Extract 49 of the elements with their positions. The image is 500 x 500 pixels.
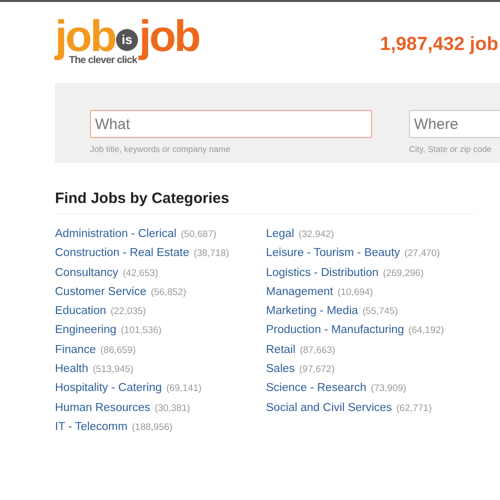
field-hint: Job title, keywords or company name	[90, 144, 232, 154]
category-link[interactable]: Marketing - Media	[266, 305, 358, 318]
job-count-label: (73,909)	[370, 383, 406, 394]
job-count-label: (69,141)	[166, 383, 202, 394]
job-count-label: (27,470)	[404, 248, 440, 260]
job-count-label: (97,672)	[299, 364, 335, 376]
job-count-label: (64,192)	[408, 325, 444, 336]
job-count-label: (50,687)	[180, 229, 216, 240]
job-count-label: (188,956)	[132, 422, 173, 433]
category-link[interactable]: Engineering	[55, 324, 116, 336]
category-link[interactable]: Customer Service	[55, 286, 146, 298]
search-field[interactable]: What	[90, 110, 372, 138]
job-count-label: (32,942)	[298, 229, 334, 240]
job-count-label: (513,945)	[92, 364, 134, 376]
category-link[interactable]: Production - Manufacturing	[266, 324, 404, 336]
section-title: Find Jobs by Categories	[55, 190, 475, 214]
category-link[interactable]: Hospitality - Catering	[55, 382, 162, 394]
job-count-label: (55,745)	[362, 306, 398, 318]
category-link[interactable]: Retail	[266, 344, 296, 356]
category-link[interactable]: Construction - Real Estate	[55, 247, 190, 260]
job-count-label: (86,659)	[100, 344, 136, 356]
field-hint: City, State or zip code	[409, 144, 493, 154]
category-link[interactable]: Consultancy	[55, 266, 118, 279]
logo-badge: is	[116, 29, 138, 51]
job-count-label: (87,663)	[300, 344, 336, 356]
job-count: 1,987,432 job	[380, 34, 498, 56]
search-field[interactable]: Where	[409, 110, 500, 138]
category-link[interactable]: Sales	[266, 363, 295, 376]
job-count-label: (22,035)	[110, 306, 146, 318]
job-count-label: (42,653)	[122, 268, 158, 279]
category-link[interactable]: IT - Telecomm	[55, 420, 128, 433]
category-link[interactable]: Management	[266, 286, 334, 298]
category-link[interactable]: Health	[55, 363, 88, 376]
category-link[interactable]: Education	[55, 305, 106, 318]
job-count-label: (101,536)	[120, 325, 162, 336]
category-link[interactable]: Leisure - Tourism - Beauty	[266, 247, 400, 260]
category-link[interactable]: Finance	[55, 344, 96, 356]
job-count-label: (38,718)	[194, 248, 230, 260]
job-count-label: (269,296)	[382, 268, 424, 279]
category-link[interactable]: Administration - Clerical	[55, 228, 176, 240]
job-count-label: (30,381)	[154, 402, 190, 414]
job-count-label: (62,771)	[396, 402, 432, 414]
category-link[interactable]: Logistics - Distribution	[266, 266, 378, 279]
category-link[interactable]: Science - Research	[266, 382, 366, 394]
job-count-label: (10,694)	[338, 286, 373, 298]
category-link[interactable]: Human Resources	[55, 402, 150, 414]
category-link[interactable]: Social and Civil Services	[266, 402, 392, 414]
category-link[interactable]: Legal	[266, 228, 294, 240]
job-count-label: (56,852)	[150, 286, 186, 298]
